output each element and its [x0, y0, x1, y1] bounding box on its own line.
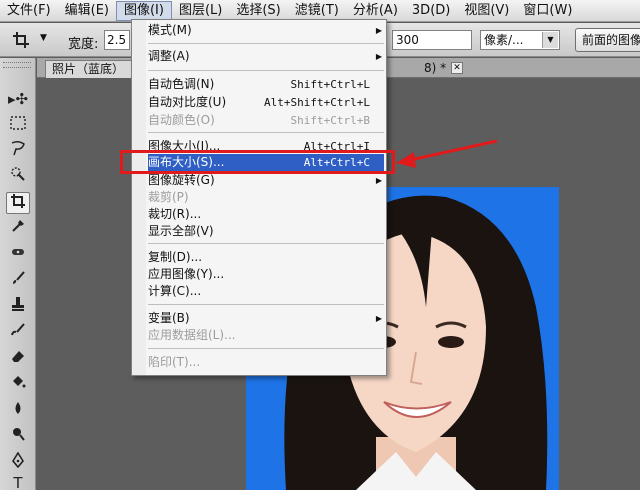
- menu-item-label: 显示全部(V): [148, 224, 214, 238]
- menu-item-calculations[interactable]: 计算(C)...: [148, 283, 384, 300]
- menu-item-auto-tone[interactable]: 自动色调(N) Shift+Ctrl+L: [148, 76, 384, 93]
- menu-item-label: 自动对比度(U): [148, 95, 227, 109]
- menu-item-adjust[interactable]: 调整(A) ▶: [148, 48, 384, 65]
- menu-item-mode[interactable]: 模式(M) ▶: [148, 22, 384, 39]
- menu-item-trap: 陷印(T)...: [148, 354, 384, 371]
- menu-item-label: 自动色调(N): [148, 77, 215, 91]
- submenu-arrow-icon: ▶: [375, 176, 382, 185]
- menu-separator: [148, 348, 384, 349]
- quick-selection-tool-icon[interactable]: [6, 166, 30, 188]
- annotation-highlight-box: [120, 150, 395, 174]
- close-icon[interactable]: ✕: [451, 62, 463, 74]
- submenu-arrow-icon: ▶: [375, 26, 382, 35]
- menu-item-label: 调整(A): [148, 49, 190, 63]
- menu-item-shortcut: Alt+Shift+Ctrl+L: [264, 96, 370, 109]
- paint-bucket-tool-icon[interactable]: [6, 374, 30, 396]
- menu-item-label: 计算(C)...: [148, 284, 202, 298]
- eraser-tool-icon[interactable]: [6, 348, 30, 370]
- eyedropper-tool-icon[interactable]: [6, 218, 30, 240]
- marquee-tool-icon[interactable]: [6, 114, 30, 136]
- pen-tool-icon[interactable]: [6, 451, 30, 474]
- menu-separator: [148, 43, 384, 44]
- menu-window[interactable]: 窗口(W): [516, 0, 579, 22]
- menu-item-label: 变量(B): [148, 311, 190, 325]
- menu-item-duplicate[interactable]: 复制(D)...: [148, 249, 384, 266]
- menu-icon-strip: [132, 20, 146, 375]
- menu-image[interactable]: 图像(I): [115, 0, 172, 21]
- menu-item-label: 自动颜色(O): [148, 113, 215, 127]
- menu-item-reveal-all[interactable]: 显示全部(V): [148, 223, 384, 240]
- menu-separator: [148, 243, 384, 244]
- resolution-input[interactable]: 300: [392, 30, 472, 50]
- crop-icon[interactable]: [12, 31, 32, 49]
- resolution-unit-select[interactable]: 像素/... ▼: [480, 30, 560, 50]
- menu-separator: [148, 70, 384, 71]
- resolution-unit-value: 像素/...: [484, 33, 524, 47]
- toolbox: ▸✣ T: [0, 58, 36, 490]
- width-label: 宽度:: [68, 37, 99, 52]
- menu-item-label: 应用数据组(L)...: [148, 328, 236, 342]
- menu-item-label: 陷印(T)...: [148, 355, 201, 369]
- menu-item-variables[interactable]: 变量(B) ▶: [148, 310, 384, 327]
- move-tool-icon[interactable]: ▸✣: [6, 88, 30, 110]
- menu-view[interactable]: 视图(V): [457, 0, 516, 22]
- crop-tool-icon[interactable]: [6, 192, 30, 214]
- front-image-button[interactable]: 前面的图像: [575, 28, 640, 52]
- menu-3d[interactable]: 3D(D): [405, 0, 457, 22]
- menu-item-trim[interactable]: 裁切(R)...: [148, 206, 384, 223]
- menu-separator: [148, 304, 384, 305]
- menu-separator: [148, 132, 384, 133]
- menu-item-label: 应用图像(Y)...: [148, 267, 225, 281]
- menu-file[interactable]: 文件(F): [0, 0, 58, 22]
- menu-item-label: 图像旋转(G): [148, 173, 215, 187]
- submenu-arrow-icon: ▶: [375, 52, 382, 61]
- menu-item-shortcut: Shift+Ctrl+B: [290, 114, 370, 127]
- menu-edit[interactable]: 编辑(E): [58, 0, 116, 22]
- type-tool-icon[interactable]: T: [6, 472, 30, 490]
- healing-brush-tool-icon[interactable]: [6, 244, 30, 266]
- chevron-down-icon[interactable]: ▼: [542, 32, 558, 48]
- clone-stamp-tool-icon[interactable]: [6, 296, 30, 318]
- annotation-arrow-icon: [396, 139, 498, 168]
- lasso-tool-icon[interactable]: [6, 140, 30, 162]
- history-brush-tool-icon[interactable]: [6, 322, 30, 344]
- document-tab-tail: 8) *: [424, 61, 447, 75]
- menu-item-label: 裁切(R)...: [148, 207, 202, 221]
- menu-item-auto-color: 自动颜色(O) Shift+Ctrl+B: [148, 112, 384, 129]
- menu-item-image-rotation[interactable]: 图像旋转(G) ▶: [148, 172, 384, 189]
- tool-preset-dropdown-icon[interactable]: ▼: [40, 33, 47, 43]
- menu-item-label: 裁剪(P): [148, 190, 189, 204]
- width-input[interactable]: 2.5 厘: [104, 30, 130, 50]
- menu-item-apply-data-set: 应用数据组(L)...: [148, 327, 384, 344]
- menu-item-label: 复制(D)...: [148, 250, 203, 264]
- menu-item-label: 模式(M): [148, 23, 192, 37]
- brush-tool-icon[interactable]: [6, 270, 30, 292]
- menu-item-auto-contrast[interactable]: 自动对比度(U) Alt+Shift+Ctrl+L: [148, 94, 384, 111]
- blur-tool-icon[interactable]: [6, 400, 30, 422]
- menu-item-apply-image[interactable]: 应用图像(Y)...: [148, 266, 384, 283]
- toolbox-grip[interactable]: [3, 62, 31, 68]
- submenu-arrow-icon: ▶: [375, 314, 382, 323]
- image-menu-dropdown: 模式(M) ▶ 调整(A) ▶ 自动色调(N) Shift+Ctrl+L 自动对…: [131, 19, 387, 376]
- dodge-tool-icon[interactable]: [6, 426, 30, 448]
- menu-item-crop: 裁剪(P): [148, 189, 384, 206]
- menu-item-shortcut: Shift+Ctrl+L: [290, 78, 370, 91]
